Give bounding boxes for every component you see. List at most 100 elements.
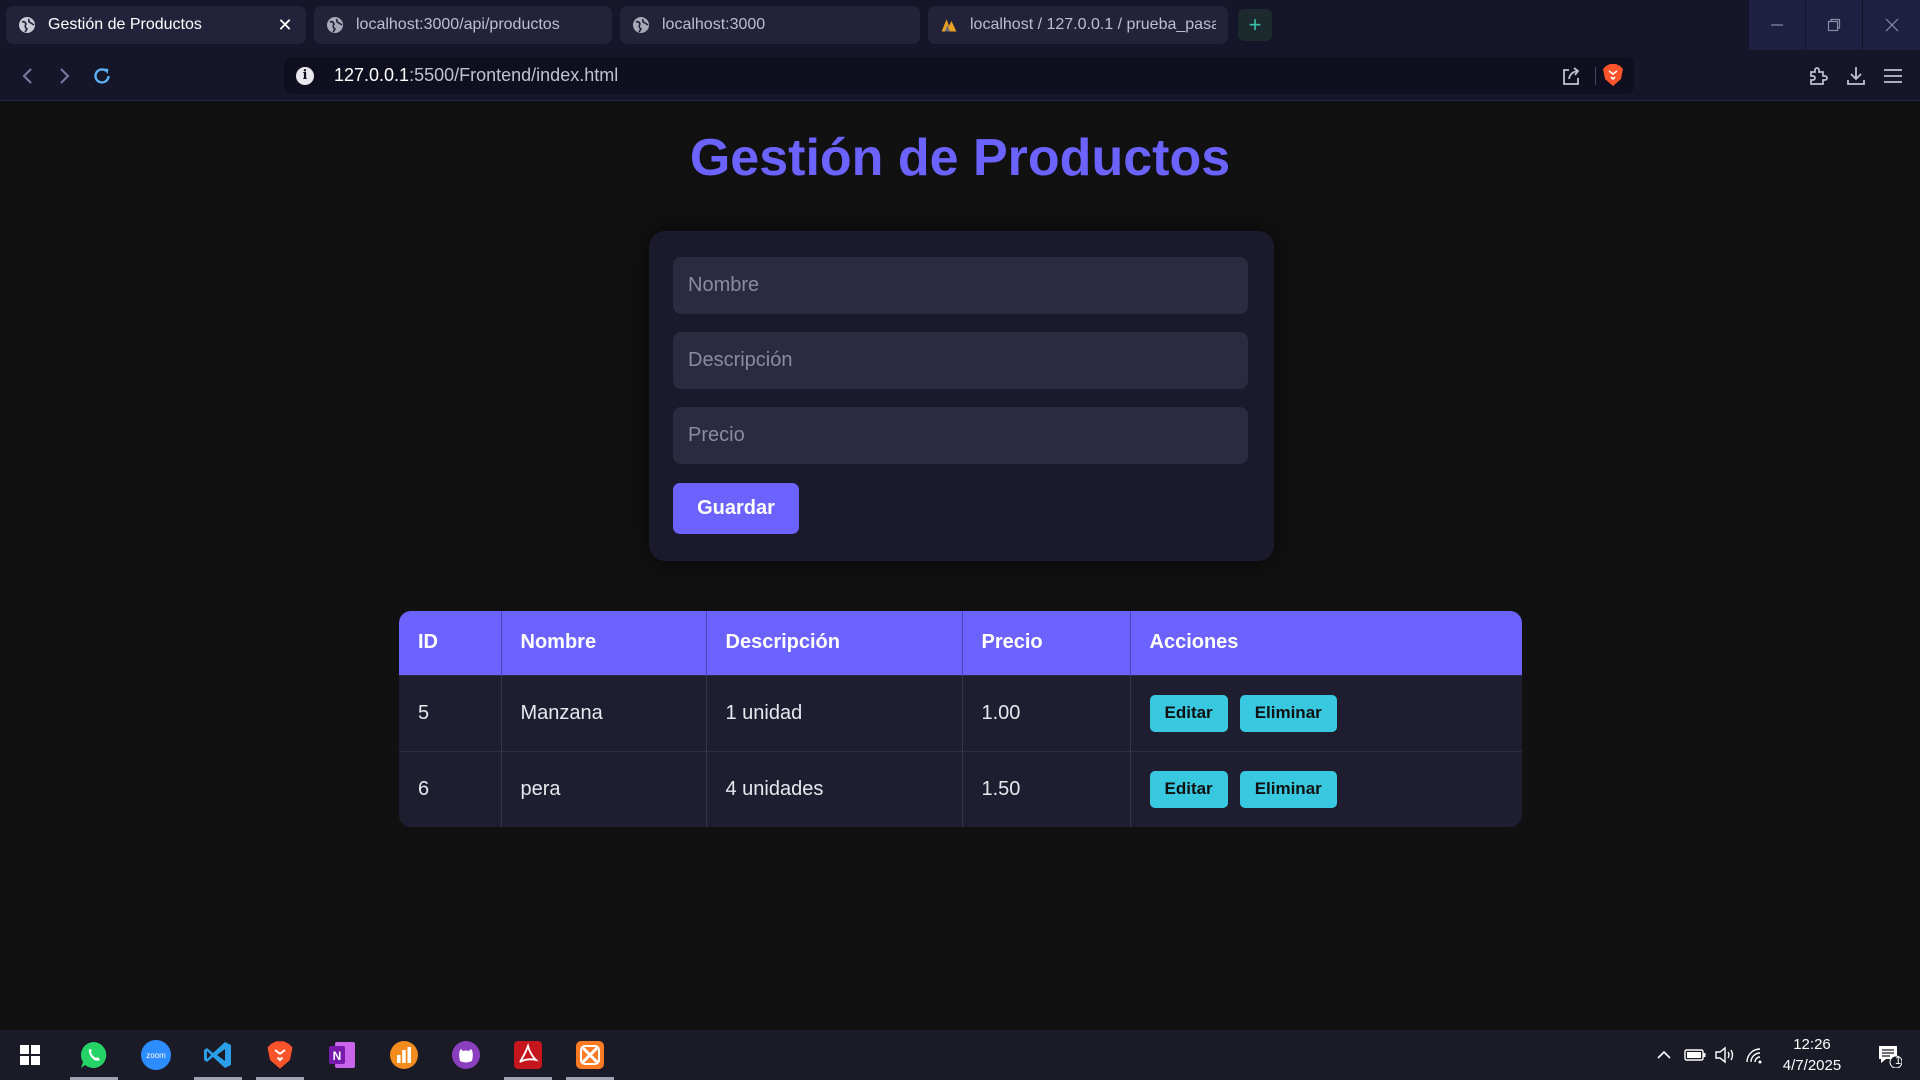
close-tab-icon[interactable]: ✕ [276, 15, 294, 35]
column-header-precio: Precio [962, 611, 1131, 675]
table-row: 5 Manzana 1 unidad 1.00 Editar Eliminar [399, 674, 1522, 751]
eliminar-button[interactable]: Eliminar [1239, 694, 1337, 732]
back-button[interactable] [12, 60, 44, 92]
taskbar-onenote[interactable]: N [316, 1030, 368, 1080]
cell-descripcion: 4 unidades [706, 750, 963, 827]
tab-localhost-3000[interactable]: localhost:3000 [620, 6, 920, 44]
descripcion-input[interactable] [673, 332, 1248, 389]
close-window-button[interactable] [1863, 0, 1920, 50]
globe-icon [632, 16, 650, 34]
browser-tab-strip: Gestión de Productos ✕ localhost:3000/ap… [0, 0, 1920, 50]
products-table: ID Nombre Descripción Precio Acciones 5 … [399, 611, 1522, 827]
close-icon [1885, 18, 1898, 32]
tab-label: localhost:3000 [662, 16, 766, 33]
new-tab-button[interactable]: + [1238, 9, 1272, 41]
cell-nombre: pera [501, 750, 707, 827]
speaker-icon [1715, 1046, 1734, 1064]
browser-toolbar: i 127.0.0.1:5500/Frontend/index.html [0, 50, 1920, 101]
globe-icon [326, 16, 344, 34]
column-header-acciones: Acciones [1130, 611, 1522, 675]
column-header-nombre: Nombre [501, 611, 707, 675]
tab-label: localhost:3000/api/productos [356, 16, 560, 33]
forward-button[interactable] [48, 60, 80, 92]
start-button[interactable] [4, 1030, 56, 1080]
cell-id: 6 [399, 750, 502, 827]
address-bar[interactable]: i 127.0.0.1:5500/Frontend/index.html [284, 57, 1634, 94]
taskbar-powerbi[interactable] [378, 1030, 430, 1080]
cell-acciones: Editar Eliminar [1130, 750, 1522, 827]
show-hidden-icons-button[interactable] [1652, 1030, 1676, 1080]
extensions-button[interactable] [1802, 60, 1834, 92]
cell-descripcion: 1 unidad [706, 674, 963, 751]
chevron-up-icon [1657, 1050, 1671, 1059]
tab-api-productos[interactable]: localhost:3000/api/productos [314, 6, 612, 44]
zoom-icon: zoom [141, 1040, 171, 1070]
wifi-icon [1746, 1048, 1762, 1064]
chevron-right-icon [60, 68, 70, 84]
site-info-icon[interactable]: i [296, 66, 314, 85]
vscode-icon [204, 1042, 231, 1068]
reload-icon [94, 68, 110, 84]
taskbar-whatsapp[interactable] [68, 1030, 120, 1080]
cell-id: 5 [399, 674, 502, 751]
taskbar-xampp[interactable] [564, 1030, 616, 1080]
cell-precio: 1.00 [962, 674, 1131, 751]
brave-icon [267, 1041, 293, 1069]
cell-acciones: Editar Eliminar [1130, 674, 1522, 751]
product-form-card: Guardar [649, 231, 1274, 561]
reload-button[interactable] [86, 60, 118, 92]
url-text: 127.0.0.1:5500/Frontend/index.html [334, 65, 619, 85]
acrobat-icon [514, 1041, 542, 1069]
taskbar-acrobat[interactable] [502, 1030, 554, 1080]
notifications-button[interactable]: 1 [1864, 1030, 1914, 1080]
clock-time: 12:26 [1793, 1036, 1831, 1053]
system-clock[interactable]: 12:26 4/7/2025 [1762, 1034, 1862, 1076]
page-title: Gestión de Productos [689, 129, 1231, 187]
divider [1595, 67, 1596, 85]
svg-text:N: N [333, 1049, 342, 1063]
downloads-button[interactable] [1840, 60, 1872, 92]
chevron-left-icon [22, 68, 32, 84]
minimize-button[interactable] [1749, 0, 1805, 50]
table-header-row: ID Nombre Descripción Precio Acciones [399, 611, 1522, 675]
editar-button[interactable]: Editar [1149, 694, 1228, 732]
table-row: 6 pera 4 unidades 1.50 Editar Eliminar [399, 750, 1522, 827]
clock-date: 4/7/2025 [1782, 1057, 1842, 1074]
tab-label: Gestión de Productos [48, 16, 202, 33]
notification-count: 1 [1894, 1055, 1902, 1067]
menu-button[interactable] [1877, 60, 1909, 92]
battery-icon [1684, 1049, 1706, 1061]
cell-nombre: Manzana [501, 674, 707, 751]
taskbar-github-desktop[interactable] [440, 1030, 492, 1080]
guardar-button[interactable]: Guardar [673, 483, 799, 534]
minimize-icon [1771, 24, 1783, 26]
puzzle-icon [1810, 67, 1828, 85]
windows-start-icon [20, 1045, 40, 1065]
eliminar-button[interactable]: Eliminar [1239, 770, 1337, 808]
tab-phpmyadmin[interactable]: localhost / 127.0.0.1 / prueba_pasant [928, 6, 1228, 44]
restore-button[interactable] [1806, 0, 1862, 50]
precio-input[interactable] [673, 407, 1248, 464]
cell-precio: 1.50 [962, 750, 1131, 827]
download-icon [1847, 67, 1865, 85]
brave-shields-icon[interactable] [1602, 63, 1624, 92]
xampp-icon [576, 1041, 604, 1069]
taskbar-zoom[interactable]: zoom [130, 1030, 182, 1080]
restore-icon [1827, 18, 1841, 32]
svg-text:zoom: zoom [146, 1051, 166, 1060]
taskbar: zoom N 12:26 4/7/2025 1 [0, 1030, 1920, 1080]
tab-label: localhost / 127.0.0.1 / prueba_pasant [970, 16, 1216, 33]
nombre-input[interactable] [673, 257, 1248, 314]
taskbar-brave[interactable] [254, 1030, 306, 1080]
powerbi-icon [390, 1041, 418, 1069]
tab-gestion-productos[interactable]: Gestión de Productos ✕ [6, 6, 306, 44]
hamburger-menu-icon [1884, 69, 1902, 83]
phpmyadmin-icon [940, 16, 958, 34]
globe-icon [18, 16, 36, 34]
share-icon[interactable] [1560, 65, 1582, 92]
editar-button[interactable]: Editar [1149, 770, 1228, 808]
battery-status[interactable] [1682, 1030, 1708, 1080]
taskbar-vscode[interactable] [192, 1030, 244, 1080]
volume-control[interactable] [1712, 1030, 1738, 1080]
onenote-icon: N [329, 1042, 355, 1068]
